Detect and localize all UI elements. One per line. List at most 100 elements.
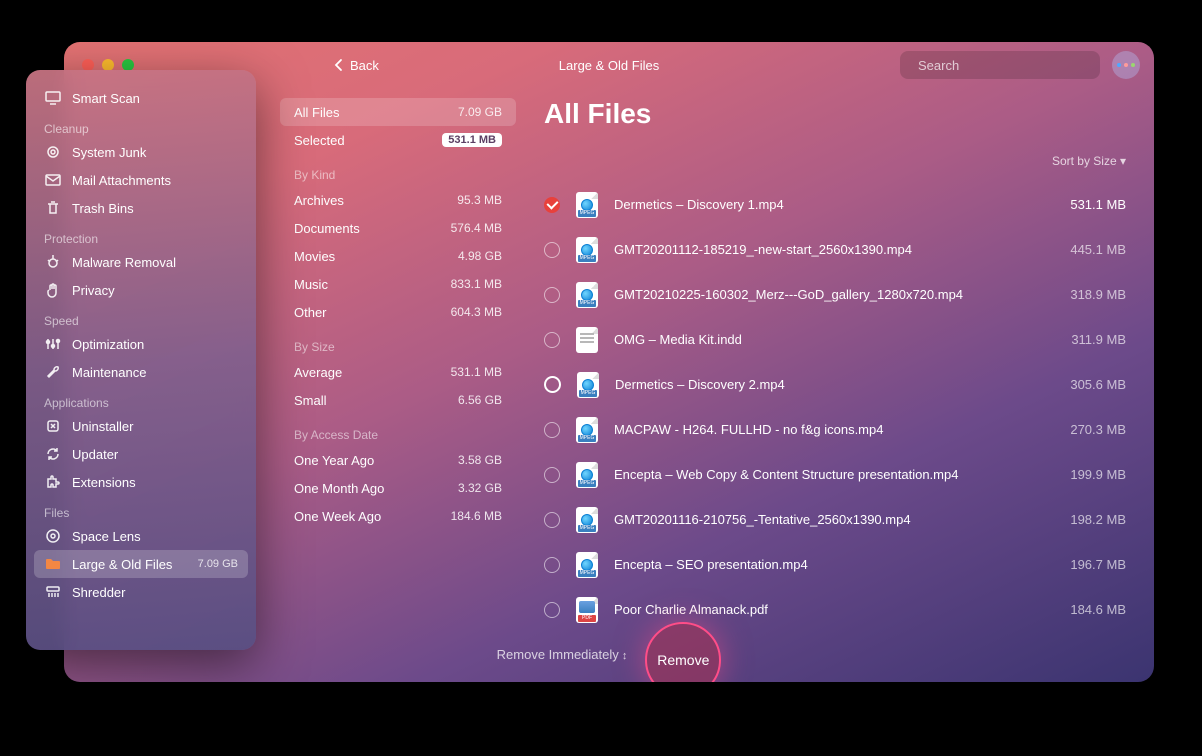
sidebar-item-maintenance[interactable]: Maintenance [34,358,248,386]
sort-button[interactable]: Sort by Size ▾ [1052,154,1126,168]
file-size: 184.6 MB [1070,602,1126,617]
file-name: Dermetics – Discovery 1.mp4 [614,197,1054,212]
file-checkbox[interactable] [544,422,560,438]
sidebar-item-malware-removal[interactable]: Malware Removal [34,248,248,276]
filter-size-0[interactable]: Average531.1 MB [280,358,516,386]
back-label: Back [350,58,379,73]
filter-access-1[interactable]: One Month Ago 3.32 GB [280,474,516,502]
filter-selected[interactable]: Selected 531.1 MB [280,126,516,154]
filter-kind-3[interactable]: Music833.1 MB [280,270,516,298]
content-area: All Files Sort by Size ▾ MPEGDermetics –… [544,90,1136,626]
filter-kind-1[interactable]: Documents576.4 MB [280,214,516,242]
filter-size: 6.56 GB [458,393,502,407]
back-button[interactable]: Back [334,58,379,73]
file-row[interactable]: OMG – Media Kit.indd 311.9 MB [544,317,1136,362]
file-checkbox[interactable] [544,376,561,393]
file-type-icon [576,327,598,353]
gear-icon [44,143,62,161]
filter-access-2[interactable]: One Week Ago184.6 MB [280,502,516,530]
file-type-icon: MPEG [576,417,598,443]
file-row[interactable]: MPEGEncepta – SEO presentation.mp4196.7 … [544,542,1136,587]
file-type-icon: PDF [576,597,598,623]
filter-size: 604.3 MB [451,305,502,319]
file-name: OMG – Media Kit.indd [614,332,1055,347]
filter-access-0[interactable]: One Year Ago 3.58 GB [280,446,516,474]
sidebar-item-extensions[interactable]: Extensions [34,468,248,496]
content-title: All Files [544,98,1136,130]
file-checkbox[interactable] [544,287,560,303]
sliders-icon [44,335,62,353]
sidebar-item-smart-scan[interactable]: Smart Scan [34,84,248,112]
file-row[interactable]: MPEGGMT20201116-210756_-Tentative_2560x1… [544,497,1136,542]
file-name: Poor Charlie Almanack.pdf [614,602,1054,617]
filter-header-access: By Access Date [280,414,516,446]
filter-kind-2[interactable]: Movies 4.98 GB [280,242,516,270]
account-button[interactable] [1112,51,1140,79]
file-size: 270.3 MB [1070,422,1126,437]
sidebar-item-trash-bins[interactable]: Trash Bins [34,194,248,222]
file-name: Encepta – SEO presentation.mp4 [614,557,1054,572]
filter-size: 833.1 MB [451,277,502,291]
filter-label: Documents [294,221,360,236]
search-field[interactable] [900,51,1100,79]
file-row[interactable]: MPEGDermetics – Discovery 2.mp4305.6 MB [544,362,1136,407]
wrench-icon [44,363,62,381]
filter-size: 3.32 GB [458,481,502,495]
file-size: 311.9 MB [1071,332,1126,347]
folder-icon [44,555,62,573]
search-input[interactable] [918,58,1094,73]
sidebar-item-space-lens[interactable]: Space Lens [34,522,248,550]
file-checkbox[interactable] [544,512,560,528]
file-checkbox[interactable] [544,467,560,483]
file-row[interactable]: MPEGGMT20210225-160302_Merz---GoD_galler… [544,272,1136,317]
sidebar-item-large-old-files[interactable]: Large & Old Files 7.09 GB [34,550,248,578]
filter-kind-0[interactable]: Archives95.3 MB [280,186,516,214]
sidebar-item-mail-attachments[interactable]: Mail Attachments [34,166,248,194]
filter-size: 531.1 MB [451,365,502,379]
file-name: MACPAW - H264. FULLHD - no f&g icons.mp4 [614,422,1054,437]
filter-size: 4.98 GB [458,249,502,263]
file-type-icon: MPEG [576,282,598,308]
file-row[interactable]: PDF Poor Charlie Almanack.pdf 184.6 MB [544,587,1136,626]
file-size: 196.7 MB [1070,557,1126,572]
filter-all-files[interactable]: All Files 7.09 GB [280,98,516,126]
filter-size-1[interactable]: Small6.56 GB [280,386,516,414]
sidebar-header-files: Files [34,496,248,522]
filter-label: One Year Ago [294,453,374,468]
sidebar-item-system-junk[interactable]: System Junk [34,138,248,166]
shredder-icon [44,583,62,601]
file-checkbox[interactable] [544,332,560,348]
file-size: 445.1 MB [1070,242,1126,257]
sidebar-item-updater[interactable]: Updater [34,440,248,468]
selected-badge: 531.1 MB [442,133,502,147]
file-type-icon: MPEG [576,237,598,263]
file-checkbox[interactable] [544,197,560,213]
file-row[interactable]: MPEGDermetics – Discovery 1.mp4531.1 MB [544,182,1136,227]
remove-mode-selector[interactable]: Remove Immediately [497,647,628,662]
sidebar: Smart Scan Cleanup System Junk Mail Atta… [26,70,256,650]
file-name: Dermetics – Discovery 2.mp4 [615,377,1054,392]
sidebar-item-privacy[interactable]: Privacy [34,276,248,304]
file-checkbox[interactable] [544,557,560,573]
sidebar-item-optimization[interactable]: Optimization [34,330,248,358]
filter-label: Movies [294,249,335,264]
lens-icon [44,527,62,545]
file-checkbox[interactable] [544,242,560,258]
remove-button[interactable]: Remove [645,622,721,682]
filter-label: All Files [294,105,340,120]
file-row[interactable]: MPEG MACPAW - H264. FULLHD - no f&g icons… [544,407,1136,452]
filter-label: Other [294,305,327,320]
filter-label: One Month Ago [294,481,384,496]
file-row[interactable]: MPEG GMT20201112-185219_-new-start_2560x1… [544,227,1136,272]
filter-header-kind: By Kind [280,154,516,186]
monitor-icon [44,89,62,107]
filter-kind-4[interactable]: Other 604.3 MB [280,298,516,326]
sidebar-item-uninstaller[interactable]: Uninstaller [34,412,248,440]
file-row[interactable]: MPEGEncepta – Web Copy & Content Structu… [544,452,1136,497]
sidebar-item-shredder[interactable]: Shredder [34,578,248,606]
file-list: MPEGDermetics – Discovery 1.mp4531.1 MBM… [544,182,1136,626]
file-name: GMT20201112-185219_-new-start_2560x1390.… [614,242,1054,257]
filter-size: 3.58 GB [458,453,502,467]
file-checkbox[interactable] [544,602,560,618]
filter-size: 184.6 MB [451,509,502,523]
